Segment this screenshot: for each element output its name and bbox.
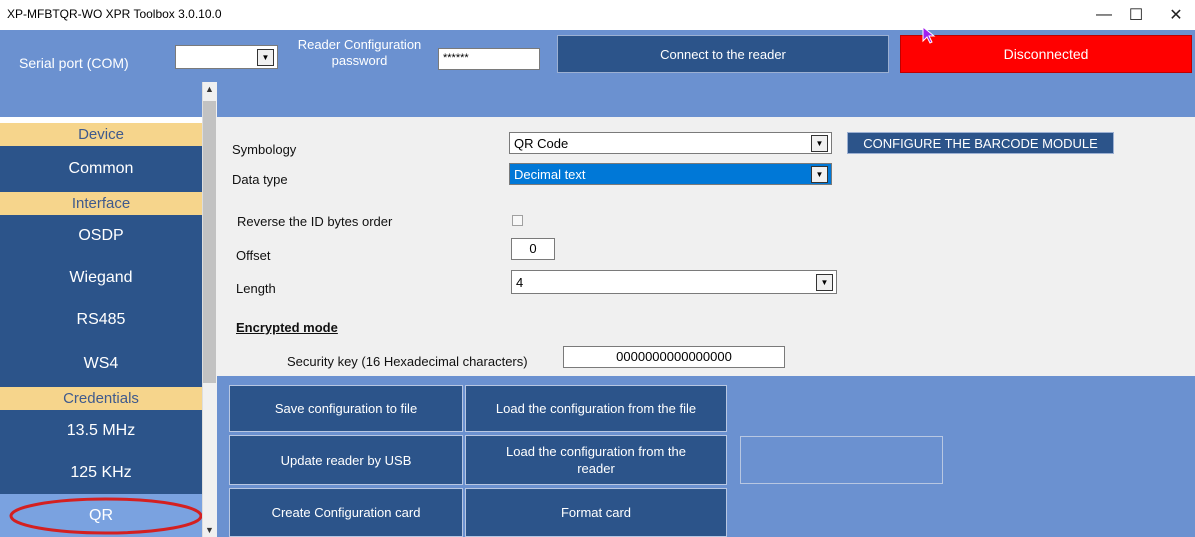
scrollbar-thumb[interactable]	[203, 101, 216, 383]
sidebar-item-rs485[interactable]: RS485	[0, 299, 202, 341]
update-usb-button[interactable]: Update reader by USB	[229, 435, 463, 485]
close-button[interactable]: ✕	[1157, 0, 1195, 30]
reverse-bytes-label: Reverse the ID bytes order	[237, 214, 393, 229]
length-label: Length	[236, 281, 276, 296]
maximize-button[interactable]: ☐	[1117, 0, 1155, 30]
sidebar-item-ws4[interactable]: WS4	[0, 341, 202, 387]
security-key-input[interactable]: 0000000000000000	[563, 346, 785, 368]
data-type-label: Data type	[232, 172, 288, 187]
symbology-label: Symbology	[232, 142, 297, 157]
create-config-card-button[interactable]: Create Configuration card	[229, 488, 463, 537]
sidebar-item-osdp[interactable]: OSDP	[0, 215, 202, 257]
security-key-label: Security key (16 Hexadecimal characters)	[287, 354, 528, 369]
configuration-form: Symbology QR Code ▼ CONFIGURE THE BARCOD…	[217, 117, 1195, 376]
data-type-select[interactable]: Decimal text ▼	[509, 163, 832, 185]
mouse-cursor-icon	[922, 26, 936, 44]
password-label: Reader Configuration password	[297, 37, 422, 68]
length-value: 4	[516, 275, 524, 290]
password-value: ******	[443, 52, 469, 64]
section-credentials: Credentials	[0, 387, 202, 410]
sidebar: Device Common Interface OSDP Wiegand RS4…	[0, 117, 203, 537]
serial-port-select[interactable]: ▼	[175, 45, 278, 69]
sidebar-item-125-khz[interactable]: 125 KHz	[0, 452, 202, 494]
data-type-value: Decimal text	[514, 167, 586, 182]
status-box	[740, 436, 943, 484]
highlight-ellipse	[9, 497, 203, 535]
connection-status-badge: Disconnected	[900, 35, 1192, 73]
chevron-down-icon[interactable]: ▼	[811, 166, 828, 183]
offset-input[interactable]: 0	[511, 238, 555, 260]
scroll-down-icon[interactable]: ▼	[205, 525, 214, 535]
sidebar-item-13-5-mhz[interactable]: 13.5 MHz	[0, 410, 202, 452]
connection-toolbar: Serial port (COM) ▼ Reader Configuration…	[0, 26, 1195, 117]
format-card-button[interactable]: Format card	[465, 488, 727, 537]
length-select[interactable]: 4 ▼	[511, 270, 837, 294]
title-bar: XP-MFBTQR-WO XPR Toolbox 3.0.10.0 — ☐ ✕	[0, 0, 1195, 30]
chevron-down-icon[interactable]: ▼	[811, 135, 828, 152]
load-config-file-button[interactable]: Load the configuration from the file	[465, 385, 727, 432]
sidebar-item-common[interactable]: Common	[0, 146, 202, 192]
save-config-file-button[interactable]: Save configuration to file	[229, 385, 463, 432]
serial-port-label: Serial port (COM)	[19, 55, 129, 71]
load-config-reader-button[interactable]: Load the configuration from the reader	[465, 435, 727, 485]
section-interface: Interface	[0, 192, 202, 215]
chevron-down-icon[interactable]: ▼	[257, 49, 274, 66]
window-title: XP-MFBTQR-WO XPR Toolbox 3.0.10.0	[7, 7, 222, 21]
sidebar-item-wiegand[interactable]: Wiegand	[0, 257, 202, 299]
symbology-value: QR Code	[514, 136, 569, 151]
encrypted-mode-heading: Encrypted mode	[236, 320, 338, 335]
connect-button[interactable]: Connect to the reader	[557, 35, 889, 73]
symbology-select[interactable]: QR Code ▼	[509, 132, 832, 154]
password-input[interactable]: ******	[438, 48, 540, 70]
scroll-up-icon[interactable]: ▲	[205, 84, 214, 94]
section-device: Device	[0, 123, 202, 146]
offset-label: Offset	[236, 248, 271, 263]
actions-panel: Save configuration to file Load the conf…	[217, 376, 1195, 537]
reverse-bytes-checkbox[interactable]	[512, 215, 523, 226]
configure-barcode-button[interactable]: CONFIGURE THE BARCODE MODULE	[847, 132, 1114, 154]
chevron-down-icon[interactable]: ▼	[816, 274, 833, 291]
